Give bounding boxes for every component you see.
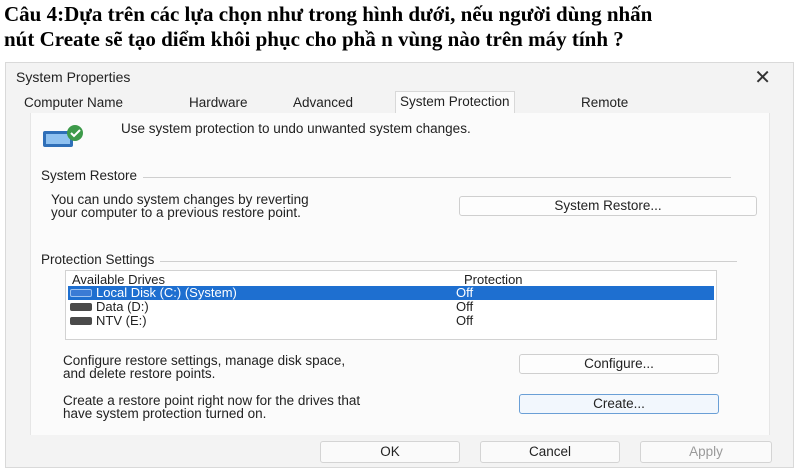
question-text: Câu 4:Dựa trên các lựa chọn như trong hì… (4, 2, 809, 52)
dialog-title: System Properties (16, 69, 131, 85)
system-protection-panel: Use system protection to undo unwanted s… (30, 113, 770, 435)
drive-name: Data (D:) (96, 299, 149, 314)
configure-button[interactable]: Configure... (519, 354, 719, 374)
drive-row-c[interactable]: Local Disk (C:) (System) Off (68, 286, 714, 300)
cancel-button[interactable]: Cancel (480, 441, 620, 463)
system-drive-icon (70, 289, 92, 297)
close-icon[interactable]: ✕ (754, 65, 771, 90)
system-restore-divider (41, 177, 731, 178)
title-bar: System Properties ✕ (6, 63, 793, 93)
drives-list[interactable]: Available Drives Protection Local Disk (… (65, 270, 717, 340)
tab-advanced[interactable]: Advanced (293, 93, 353, 113)
drive-row-e[interactable]: NTV (E:) Off (68, 314, 714, 328)
tab-hardware[interactable]: Hardware (189, 93, 248, 113)
drive-protection-status: Off (456, 299, 474, 314)
tab-computer-name[interactable]: Computer Name (24, 93, 123, 113)
system-restore-button[interactable]: System Restore... (459, 196, 757, 216)
drive-icon (70, 317, 92, 325)
column-header-drives[interactable]: Available Drives (72, 272, 165, 287)
create-desc-line-2: have system protection turned on. (63, 406, 267, 421)
drive-icon (70, 303, 92, 311)
ok-button[interactable]: OK (320, 441, 460, 463)
tab-system-protection[interactable]: System Protection (395, 91, 515, 113)
drive-name: NTV (E:) (96, 313, 147, 328)
question-line-2: nút Create sẽ tạo diểm khôi phục cho phầ… (4, 27, 624, 51)
configure-description: Configure restore settings, manage disk … (63, 354, 345, 381)
create-button[interactable]: Create... (519, 394, 719, 414)
system-restore-desc-line-2: your computer to a previous restore poin… (51, 205, 301, 220)
system-restore-group-label: System Restore (41, 168, 144, 183)
drive-name: Local Disk (C:) (System) (96, 285, 237, 300)
system-properties-dialog: System Properties ✕ Computer Name Hardwa… (5, 62, 794, 468)
drive-protection-status: Off (456, 285, 474, 300)
drive-protection-status: Off (456, 313, 474, 328)
apply-button[interactable]: Apply (640, 441, 772, 463)
column-header-protection[interactable]: Protection (464, 272, 523, 287)
intro-text: Use system protection to undo unwanted s… (121, 121, 471, 136)
configure-desc-line-2: and delete restore points. (63, 366, 216, 381)
protection-settings-group-label: Protection Settings (41, 252, 161, 267)
question-line-1: Câu 4:Dựa trên các lựa chọn như trong hì… (4, 2, 653, 26)
create-description: Create a restore point right now for the… (63, 394, 360, 421)
tab-remote[interactable]: Remote (581, 93, 628, 113)
system-protection-icon (43, 125, 83, 147)
drive-row-d[interactable]: Data (D:) Off (68, 300, 714, 314)
system-restore-description: You can undo system changes by reverting… (51, 193, 309, 220)
